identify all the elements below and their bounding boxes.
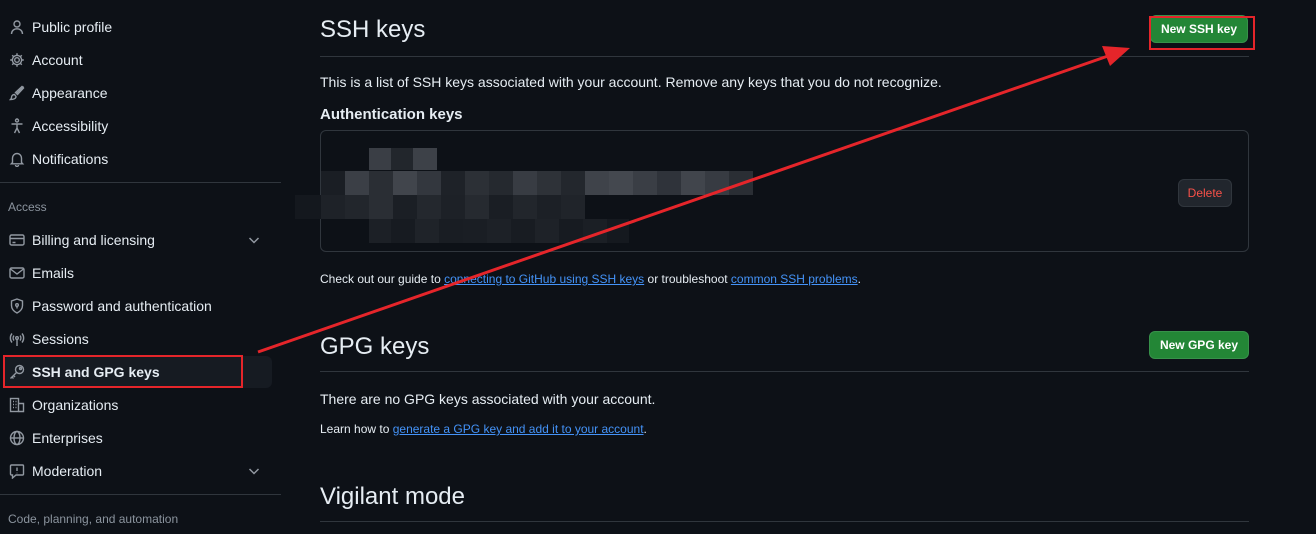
globe-icon [9,430,25,446]
auth-keys-heading: Authentication keys [320,106,463,123]
new-gpg-key-button[interactable]: New GPG key [1149,331,1249,359]
ssh-key-item: Delete [295,130,1249,252]
sidebar-item-label: Account [32,52,83,68]
sidebar-divider [0,494,281,495]
sidebar-item-notifications[interactable]: Notifications [4,143,272,175]
report-icon [9,463,25,479]
section-divider [320,371,1249,372]
gpg-keys-title: GPG keys [320,333,430,360]
settings-sidebar: Public profile Account Appearance Access… [0,0,285,534]
sidebar-item-appearance[interactable]: Appearance [4,77,272,109]
chevron-down-icon[interactable] [246,232,262,248]
sidebar-item-label: Enterprises [32,430,103,446]
sidebar-item-account[interactable]: Account [4,44,272,76]
ssh-guide-link[interactable]: connecting to GitHub using SSH keys [444,272,644,286]
guide-suffix-text: . [857,272,861,286]
settings-main: SSH keys New SSH key This is a list of S… [295,0,1255,534]
sidebar-item-label: Sessions [32,331,89,347]
sidebar-item-label: Billing and licensing [32,232,155,248]
broadcast-icon [9,331,25,347]
annotation-highlight-box [3,355,243,388]
sidebar-item-password[interactable]: Password and authentication [4,290,272,322]
gear-icon [9,52,25,68]
organization-icon [9,397,25,413]
guide-prefix-text: Check out our guide to [320,272,445,286]
credit-card-icon [9,232,25,248]
ssh-troubleshoot-link[interactable]: common SSH problems [731,272,858,286]
sidebar-item-moderation[interactable]: Moderation [4,455,272,487]
redacted-key-info [295,148,753,243]
delete-ssh-key-button[interactable]: Delete [1178,179,1232,207]
mail-icon [9,265,25,281]
annotation-highlight-box [1149,16,1255,50]
sidebar-item-organizations[interactable]: Organizations [4,389,272,421]
chevron-down-icon[interactable] [246,463,262,479]
sidebar-item-label: Notifications [32,151,109,167]
sidebar-item-sessions[interactable]: Sessions [4,323,272,355]
sidebar-item-label: Emails [32,265,75,281]
gpg-empty-text: There are no GPG keys associated with yo… [320,391,656,407]
ssh-keys-title: SSH keys [320,16,426,43]
sidebar-item-label: Password and authentication [32,298,212,314]
sidebar-item-label: Moderation [32,463,103,479]
sidebar-item-emails[interactable]: Emails [4,257,272,289]
sidebar-item-billing[interactable]: Billing and licensing [4,224,272,256]
sidebar-section-heading: Code, planning, and automation [8,512,179,526]
sidebar-item-label: Public profile [32,19,113,35]
gpg-learn-text: Learn how to generate a GPG key and add … [320,422,647,436]
section-divider [320,521,1249,522]
ssh-guide-text: Check out our guide to connecting to Git… [320,272,861,286]
ssh-description: This is a list of SSH keys associated wi… [320,74,942,90]
sidebar-item-label: Accessibility [32,118,109,134]
accessibility-icon [9,118,25,134]
section-divider [320,56,1249,57]
vigilant-mode-title: Vigilant mode [320,483,465,510]
learn-prefix-text: Learn how to [320,422,393,436]
sidebar-item-accessibility[interactable]: Accessibility [4,110,272,142]
bell-icon [9,151,25,167]
sidebar-section-heading: Access [8,200,47,214]
learn-suffix-text: . [643,422,647,436]
sidebar-item-public-profile[interactable]: Public profile [4,11,272,43]
gpg-guide-link[interactable]: generate a GPG key and add it to your ac… [393,422,644,436]
sidebar-item-enterprises[interactable]: Enterprises [4,422,272,454]
shield-lock-icon [9,298,25,314]
guide-middle-text: or troubleshoot [644,272,731,286]
sidebar-divider [0,182,281,183]
sidebar-item-label: Organizations [32,397,119,413]
sidebar-item-label: Appearance [32,85,108,101]
person-icon [9,19,25,35]
paintbrush-icon [9,85,25,101]
